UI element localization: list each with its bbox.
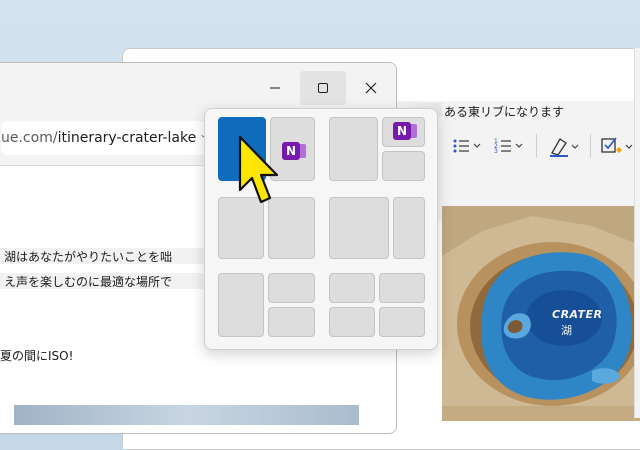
url-path: itinerary-crater-lake — [57, 130, 197, 146]
snap-zone-tall[interactable] — [218, 273, 264, 337]
crater-lake-map — [442, 206, 640, 421]
mouse-pointer-icon — [237, 134, 281, 214]
url-host: ue.com/ — [1, 130, 58, 146]
close-button[interactable] — [348, 71, 394, 105]
onenote-icon: N — [387, 119, 417, 143]
toolbar-divider — [590, 134, 591, 158]
window-edge — [634, 48, 640, 418]
bullets-list-icon[interactable] — [452, 134, 484, 158]
snap-zone-main[interactable] — [329, 117, 378, 181]
snap-zone-quad-1[interactable] — [329, 273, 375, 303]
address-bar[interactable]: ue.com/itinerary-crater-lake — [1, 121, 215, 155]
snap-zone-top[interactable] — [268, 273, 315, 303]
snap-zone-quad-3[interactable] — [329, 307, 375, 337]
snap-zone-quad-4[interactable] — [379, 307, 425, 337]
snap-zone-bottom-right[interactable] — [382, 151, 425, 181]
todo-tag-icon[interactable] — [600, 134, 636, 158]
page-image — [14, 405, 359, 425]
minimize-button[interactable] — [252, 71, 298, 105]
page-text-line: 湖はあなたがやりたいことを咄 — [4, 250, 173, 264]
map-label-sub: 湖 — [561, 324, 572, 337]
maximize-button[interactable] — [300, 71, 346, 105]
toolbar-divider — [536, 134, 537, 158]
page-text-line: え声を楽しむのに最適な場所で — [4, 275, 173, 289]
numbered-list-icon[interactable]: 123 — [494, 134, 526, 158]
minimize-icon — [270, 87, 280, 89]
onenote-header-text: ある東リブになります — [444, 105, 565, 119]
maximize-icon — [318, 83, 328, 93]
snap-zone-wide[interactable] — [329, 197, 389, 259]
svg-text:3: 3 — [494, 148, 498, 154]
snap-zone-narrow[interactable] — [393, 197, 425, 259]
page-text-line: 夏の間にISO! — [0, 349, 74, 363]
close-icon — [365, 82, 377, 94]
highlighter-pen-icon[interactable] — [548, 134, 582, 158]
title-bar[interactable] — [0, 63, 396, 113]
snap-zone-quad-2[interactable] — [379, 273, 425, 303]
map-label-title: CRATER — [552, 308, 603, 321]
snap-zone-bottom[interactable] — [268, 307, 315, 337]
